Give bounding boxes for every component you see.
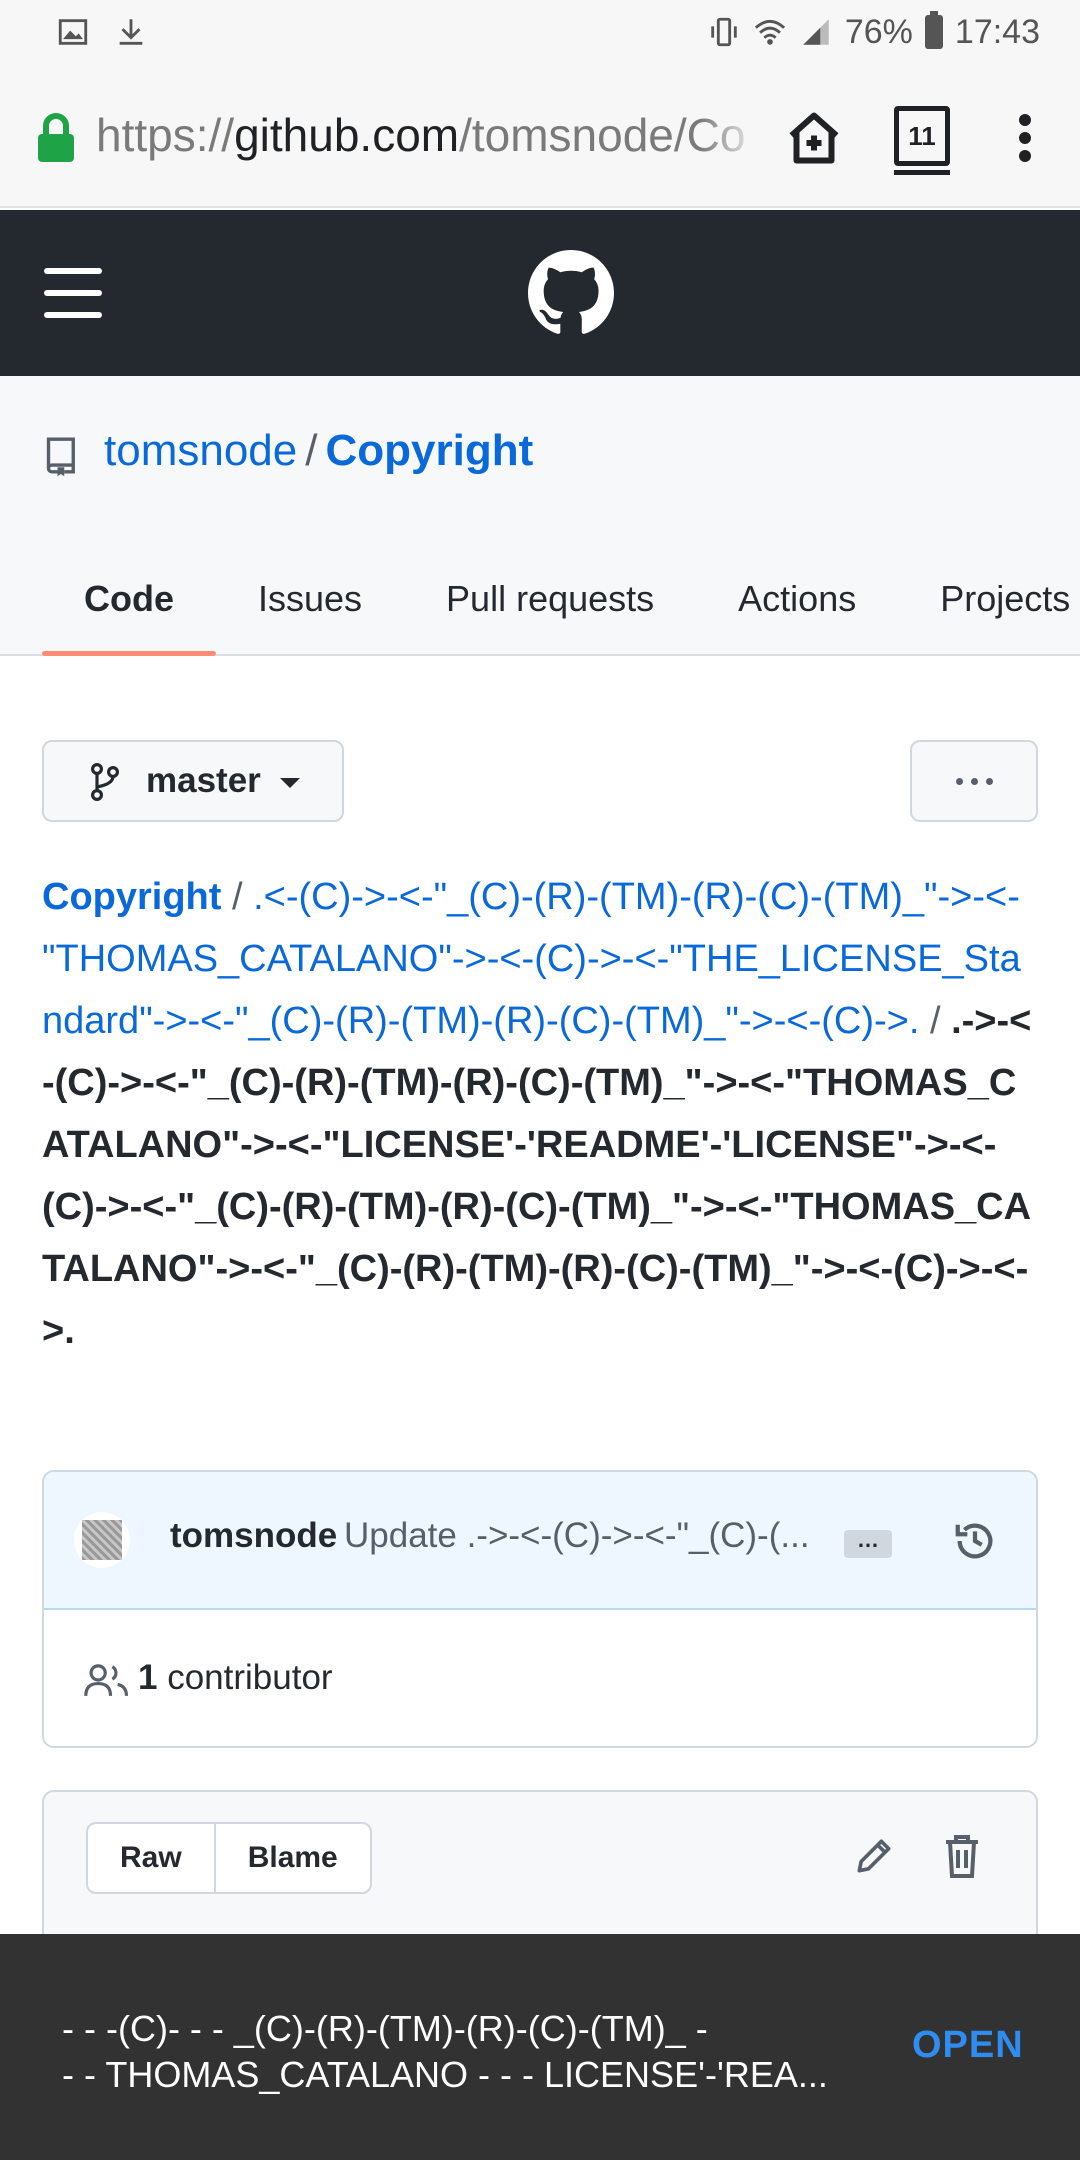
download-icon [119,19,143,45]
battery-percent: 76% [844,12,913,51]
address-bar[interactable]: https://github.com/tomsnode/Co [96,108,756,168]
url-host: github.com [234,109,460,161]
avatar[interactable] [74,1512,130,1568]
latest-commit-box: tomsnode Update .->-<-(C)->-<-"_(C)-(...… [42,1470,1038,1748]
tab-actions[interactable]: Actions [696,564,898,656]
history-icon[interactable] [952,1518,998,1564]
pencil-icon[interactable] [852,1834,896,1878]
branch-label: master [146,761,261,800]
contributors-row[interactable]: 1 contributor [44,1610,1036,1746]
branch-icon [90,762,120,802]
file-path-breadcrumb: Copyright / .<-(C)->-<-"_(C)-(R)-(TM)-(R… [42,866,1032,1362]
battery-icon [924,11,943,49]
hamburger-icon[interactable] [44,268,102,318]
tab-projects[interactable]: Projects [898,564,1080,656]
image-icon [58,19,88,45]
commit-expand-button[interactable]: … [844,1529,892,1558]
repo-separator: / [305,426,318,475]
repo-name-link[interactable]: Copyright [325,426,533,475]
url-fade [700,108,760,168]
tab-code[interactable]: Code [42,564,216,656]
trash-icon[interactable] [942,1832,982,1880]
contributors-text: 1 contributor [138,1658,333,1698]
wifi-icon [754,19,785,45]
contributor-count: 1 [138,1658,158,1697]
repo-header: tomsnode / Copyright Code Issues Pull requ… [0,376,1080,656]
chevron-down-icon [280,778,300,788]
tab-pull-requests[interactable]: Pull requests [404,564,696,656]
breadcrumb-file: .->-<-(C)->-<-"_(C)-(R)-(TM)-(R)-(C)-(TM… [42,1000,1032,1352]
snackbar-open-button[interactable]: OPEN [912,2024,1024,2067]
commit-header: tomsnode Update .->-<-(C)->-<-"_(C)-(...… [44,1472,1036,1610]
repo-nav-tabs: Code Issues Pull requests Actions Projec… [42,564,1080,656]
github-header [0,210,1080,376]
tabs-icon[interactable]: 11 [894,106,950,175]
tab-issues[interactable]: Issues [216,564,404,656]
signal-icon [803,19,829,45]
snackbar: - - -(C)- - - _(C)-(R)-(TM)-(R)-(C)-(TM)… [0,1934,1080,2160]
commit-message-link[interactable]: Update .->-<-(C)->-<-"_(C)-(... [344,1516,834,1556]
branch-select-button[interactable]: master [42,740,344,822]
contributor-label: contributor [167,1658,333,1697]
commit-author-link[interactable]: tomsnode [170,1516,337,1556]
overflow-menu-icon[interactable] [1010,108,1040,168]
url-scheme: https:// [96,109,235,161]
raw-button[interactable]: Raw [88,1824,214,1892]
repo-owner-link[interactable]: tomsnode [104,426,297,475]
github-logo-icon[interactable] [528,250,614,336]
breadcrumb-slash: / [929,1000,941,1042]
snackbar-line-1: - - -(C)- - - _(C)-(R)-(TM)-(R)-(C)-(TM)… [62,2008,708,2049]
breadcrumb-slash: / [232,876,243,918]
status-bar: 76% 17:43 [0,0,1080,64]
breadcrumb-repo-link[interactable]: Copyright [42,876,221,918]
repo-icon [46,437,75,477]
vibrate-icon [711,17,737,47]
lock-icon [38,113,74,162]
browser-toolbar: https://github.com/tomsnode/Co 11 [0,64,1080,208]
file-view-button-group: Raw Blame [86,1822,372,1894]
people-icon [84,1664,129,1697]
blame-button[interactable]: Blame [213,1824,370,1892]
home-icon[interactable] [784,108,844,168]
repo-title: tomsnode / Copyright [104,426,533,476]
snackbar-line-2: - - THOMAS_CATALANO - - - LICENSE'-'REA.… [62,2054,828,2095]
tab-count: 11 [908,120,936,151]
snackbar-message: - - -(C)- - - _(C)-(R)-(TM)-(R)-(C)-(TM)… [62,2006,862,2098]
more-icon[interactable] [910,740,1038,822]
clock: 17:43 [954,12,1040,51]
